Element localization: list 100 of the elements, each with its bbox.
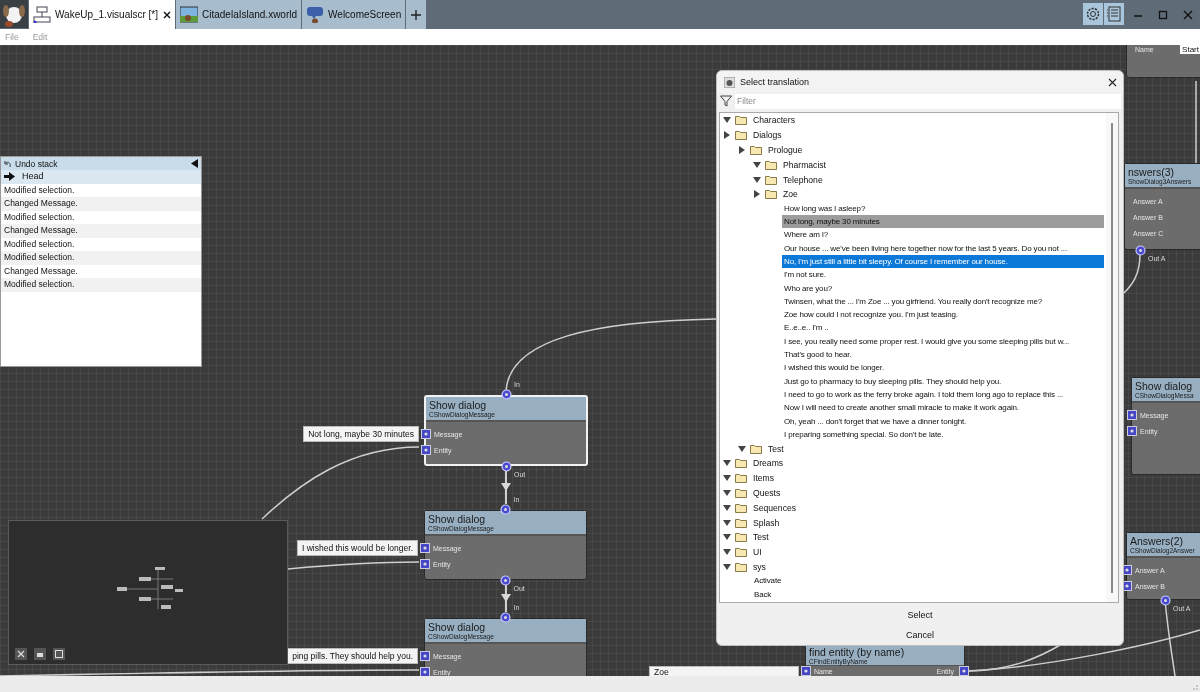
editor-tab[interactable]: WelcomeScreen — [302, 0, 406, 29]
expand-arrow-icon[interactable] — [753, 160, 761, 169]
folder-icon — [735, 561, 747, 572]
undo-item[interactable]: Modified selection. — [1, 251, 201, 265]
expand-arrow-icon[interactable] — [723, 474, 731, 483]
translation-item[interactable]: Not long, maybe 30 minutes — [782, 215, 1104, 229]
filter-icon — [720, 95, 732, 107]
flow-handle[interactable] — [500, 612, 511, 623]
folder-label[interactable]: Dreams — [753, 458, 784, 469]
undo-item[interactable]: Changed Message. — [1, 197, 201, 211]
translation-item[interactable]: Twinsen, what the ... I'm Zoe ... you girfriend. You really don't recognize me? — [782, 294, 1104, 309]
undo-item[interactable]: Changed Message. — [1, 224, 201, 238]
port-handle[interactable] — [421, 445, 431, 455]
translation-item[interactable]: Now I will need to create another small miracle to make it work again. — [782, 401, 1104, 415]
expand-arrow-icon[interactable] — [723, 518, 731, 527]
translation-item[interactable]: I need to go to work as the ferry broke again. I told them long ago to replace this ... — [782, 387, 1104, 402]
folder-label[interactable]: Telephone — [783, 174, 823, 185]
folder-label[interactable]: Test — [753, 532, 769, 543]
folder-label[interactable]: Sequences — [753, 502, 796, 513]
folder-label[interactable]: UI — [753, 547, 762, 558]
translation-item[interactable]: That's good to hear. — [782, 348, 1104, 362]
window-icon[interactable] — [34, 648, 46, 660]
close-icon[interactable] — [163, 10, 171, 19]
expand-arrow-icon[interactable] — [723, 548, 731, 557]
translation-item[interactable]: Just go to pharmacy to buy sleeping pills. They should help you. — [782, 374, 1104, 388]
collapse-icon[interactable] — [191, 159, 198, 168]
translation-item[interactable]: I preparing something special. So don't be late. — [782, 427, 1104, 442]
translation-item[interactable]: Activate — [752, 574, 1104, 588]
folder-label[interactable]: Quests — [753, 487, 781, 498]
folder-label[interactable]: sys — [753, 561, 766, 572]
flow-handle[interactable] — [500, 575, 511, 586]
translation-item[interactable]: Zoe how could I not recognize you. I'm just teasing. — [782, 308, 1104, 322]
value-field[interactable]: Start — [1180, 45, 1200, 54]
port-handle[interactable] — [1127, 426, 1137, 436]
port-handle[interactable] — [420, 651, 430, 661]
translation-item[interactable]: Our house ... we've been living here together now for the last 5 years. Do you not ... — [782, 241, 1104, 255]
value-field[interactable]: ping pills. They should help you. — [287, 648, 418, 664]
expand-arrow-icon[interactable] — [723, 533, 731, 542]
value-field[interactable]: Zoe — [649, 666, 799, 676]
translation-item[interactable]: I see, you really need some proper rest. I would give you some sleeping pills but w... — [782, 334, 1104, 349]
filter-field[interactable]: Filter — [735, 93, 1121, 109]
translation-item[interactable]: Back — [752, 587, 1104, 601]
flow-handle[interactable] — [1159, 595, 1171, 606]
translation-item[interactable]: I wished this would be longer. — [782, 361, 1104, 375]
folder-label[interactable]: Items — [753, 473, 774, 484]
flow-arrow — [501, 583, 511, 613]
expand-arrow-icon[interactable] — [738, 444, 746, 453]
translation-item[interactable]: No, I'm just still a little bit sleepy. Of course I remember our house. — [782, 254, 1104, 269]
flow-handle[interactable] — [1134, 245, 1146, 256]
expand-arrow-icon[interactable] — [723, 503, 731, 512]
expand-arrow-icon[interactable] — [738, 146, 746, 154]
port-handle[interactable] — [421, 429, 431, 439]
settings-icon — [1085, 6, 1101, 22]
folder-label[interactable]: Test — [768, 443, 784, 454]
value-field[interactable]: Not long, maybe 30 minutes — [303, 426, 419, 442]
port-handle[interactable] — [420, 559, 430, 569]
folder-icon — [735, 547, 747, 558]
port-handle[interactable] — [1127, 410, 1137, 420]
folder-label[interactable]: Prologue — [768, 145, 803, 155]
expand-arrow-icon[interactable] — [723, 131, 731, 140]
expand-arrow-icon[interactable] — [723, 488, 731, 497]
expand-arrow-icon[interactable] — [723, 116, 731, 125]
expand-arrow-icon[interactable] — [723, 459, 731, 468]
flow-handle[interactable] — [500, 461, 512, 472]
port-handle[interactable] — [801, 666, 811, 676]
landscape-icon — [180, 6, 198, 23]
scrollbar-thumb[interactable] — [1111, 123, 1113, 593]
editor-tab[interactable]: CitadelaIsland.xworld — [176, 0, 302, 29]
port-handle[interactable] — [420, 543, 430, 553]
folder-label[interactable]: Characters — [753, 115, 796, 126]
flow-handle[interactable] — [500, 389, 512, 400]
port-handle[interactable] — [959, 666, 969, 676]
translation-item[interactable]: Who are you? — [782, 281, 1104, 295]
folder-label[interactable]: Pharmacist — [783, 159, 826, 170]
editor-tab[interactable]: WakeUp_1.visualscr [*] — [29, 0, 175, 29]
flow-handle[interactable] — [500, 504, 511, 515]
undo-head-row[interactable]: Head — [1, 170, 201, 184]
expand-arrow-icon[interactable] — [753, 175, 761, 184]
expand-arrow-icon[interactable] — [723, 562, 731, 571]
dialog-button[interactable]: Cancel — [717, 625, 1123, 645]
folder-label[interactable]: Splash — [753, 517, 780, 528]
settings-button[interactable] — [1083, 3, 1103, 25]
folder-label[interactable]: Dialogs — [753, 130, 782, 141]
translation-item[interactable]: How long was I asleep? — [782, 201, 1104, 216]
translation-item[interactable]: I'm not sure. — [782, 268, 1104, 282]
maximize-icon[interactable] — [1157, 9, 1168, 20]
folder-icon — [735, 458, 747, 469]
expand-arrow-icon[interactable] — [753, 190, 761, 199]
translation-item[interactable]: Oh, yeah ... don't forget that we have a dinner tonight. — [782, 414, 1104, 428]
port-handle[interactable] — [420, 667, 430, 676]
folder-label[interactable]: Zoe — [783, 189, 798, 200]
undo-item[interactable]: Modified selection. — [1, 278, 201, 292]
translation-item[interactable]: Where am I? — [782, 228, 1104, 242]
close-icon[interactable] — [1108, 77, 1117, 87]
dialog-button[interactable]: Select — [717, 605, 1123, 625]
translation-item[interactable]: E..e..e.. I'm .. — [782, 321, 1104, 335]
value-field[interactable]: I wished this would be longer. — [296, 540, 418, 556]
node-title: Answers(2) — [1130, 535, 1184, 547]
add-tab-button[interactable] — [406, 0, 427, 29]
window-icon[interactable] — [53, 648, 65, 660]
